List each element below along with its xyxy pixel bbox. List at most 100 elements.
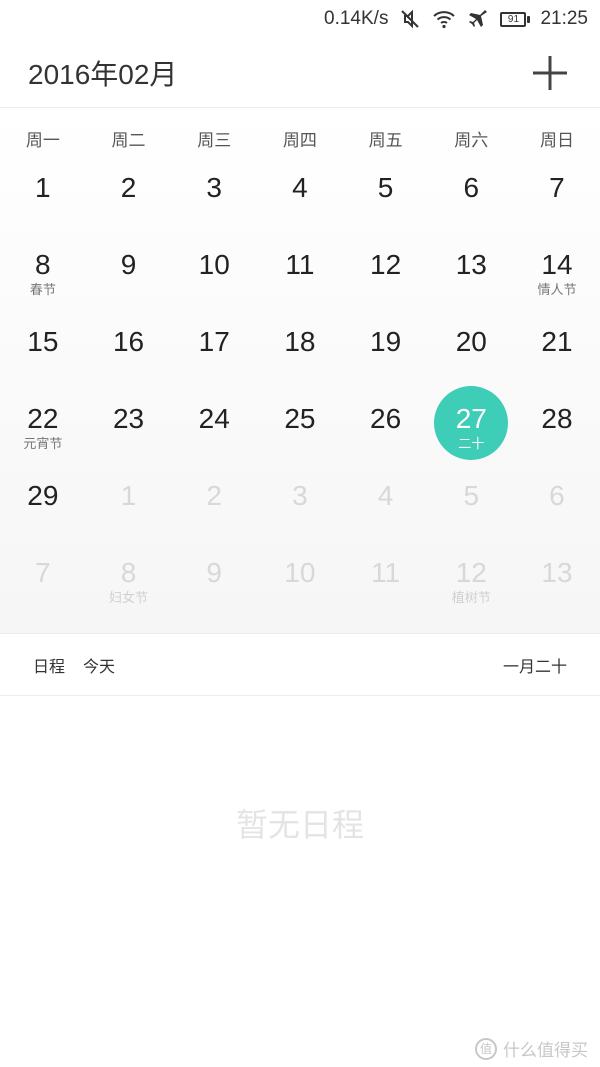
day-number: 11 [285, 249, 315, 280]
day-cell[interactable]: 4 [257, 167, 343, 244]
today-button[interactable]: 今天 [83, 653, 115, 677]
day-cell[interactable]: 8 春节 [0, 244, 86, 321]
day-cell[interactable]: 9 [171, 552, 257, 629]
empty-schedule-text: 暂无日程 [235, 806, 364, 844]
weekday-label: 周一 [25, 130, 60, 151]
day-number: 28 [541, 403, 573, 434]
day-cell[interactable]: 21 [514, 321, 600, 398]
weekday-header: 周一 周二 周三 周四 周五 周六 周日 [0, 109, 600, 167]
battery-level: 91 [500, 11, 527, 27]
day-cell[interactable]: 2 [171, 475, 257, 552]
mute-icon [398, 7, 422, 31]
day-subtitle: 春节 [29, 283, 56, 298]
wifi-icon [432, 7, 456, 31]
day-cell[interactable]: 28 [514, 398, 600, 475]
day-cell[interactable]: 3 [257, 475, 343, 552]
day-number: 2 [206, 480, 222, 511]
day-cell[interactable]: 19 [343, 321, 429, 398]
day-number: 21 [541, 326, 573, 357]
weekday-label: 周四 [282, 130, 317, 151]
day-cell[interactable]: 8 妇女节 [86, 552, 172, 629]
net-speed: 0.14K/s [324, 8, 389, 29]
day-number: 10 [284, 557, 316, 588]
month-title[interactable]: 2016年02月 [28, 53, 177, 93]
day-number: 24 [198, 403, 230, 434]
weekday-label: 周六 [454, 130, 489, 151]
status-bar: 0.14K/s 91 21:25 [0, 0, 600, 38]
day-number: 25 [284, 403, 316, 434]
day-number: 17 [198, 326, 230, 357]
weekday-label: 周五 [368, 130, 403, 151]
day-number: 6 [463, 172, 480, 203]
day-cell[interactable]: 6 [514, 475, 600, 552]
day-number: 7 [35, 557, 51, 588]
schedule-label: 日程 [33, 656, 66, 676]
day-number: 12 [370, 249, 402, 280]
day-cell[interactable]: 18 [257, 321, 343, 398]
day-number: 29 [27, 480, 59, 511]
day-number: 19 [370, 326, 402, 357]
day-cell[interactable]: 13 [428, 244, 514, 321]
day-cell[interactable]: 15 [0, 321, 86, 398]
day-cell[interactable]: 7 [0, 552, 86, 629]
day-number: 5 [377, 172, 394, 203]
day-cell[interactable]: 11 [343, 552, 429, 629]
day-cell[interactable]: 12 植树节 [428, 552, 514, 629]
day-grid: 1 2 3 4 5 6 7 8 春节 9 10 11 12 13 14 情人节 15 16 17 18 19 20 21 22… [0, 167, 600, 629]
day-number: 4 [292, 172, 308, 203]
day-number: 8 [120, 557, 137, 588]
day-cell[interactable]: 10 [171, 244, 257, 321]
day-cell[interactable]: 24 [171, 398, 257, 475]
day-cell[interactable]: 22 元宵节 [0, 398, 86, 475]
month-calendar: 周一 周二 周三 周四 周五 周六 周日 1 2 3 4 5 6 7 8 春节 9 10 11 12 13 14 情人节 1… [0, 109, 600, 634]
day-number: 14 [541, 249, 573, 280]
clock: 21:25 [540, 8, 588, 29]
day-subtitle: 情人节 [537, 283, 577, 298]
day-cell[interactable]: 29 [0, 475, 86, 552]
day-cell[interactable]: 13 [514, 552, 600, 629]
weekday-label: 周日 [539, 130, 574, 151]
day-number: 26 [370, 403, 402, 434]
day-cell[interactable]: 26 [343, 398, 429, 475]
day-cell[interactable]: 23 [86, 398, 172, 475]
day-number: 18 [284, 326, 316, 357]
day-number: 9 [120, 249, 137, 280]
day-number: 8 [35, 249, 51, 280]
day-cell[interactable]: 7 [514, 167, 600, 244]
day-cell[interactable]: 5 [428, 475, 514, 552]
plus-icon[interactable] [530, 53, 570, 93]
day-number: 22 [27, 403, 59, 434]
day-cell[interactable]: 6 [428, 167, 514, 244]
day-cell[interactable]: 17 [171, 321, 257, 398]
day-cell[interactable]: 12 [343, 244, 429, 321]
day-cell[interactable]: 25 [257, 398, 343, 475]
day-cell-today[interactable]: 27 二十 [428, 386, 514, 475]
day-number: 1 [35, 172, 51, 203]
day-cell[interactable]: 1 [86, 475, 172, 552]
day-number: 10 [198, 249, 230, 280]
day-cell[interactable]: 14 情人节 [514, 244, 600, 321]
day-cell[interactable]: 11 [257, 244, 343, 321]
watermark-text: 什么值得买 [503, 1041, 588, 1061]
watermark: 值 什么值得买 [475, 1036, 588, 1061]
day-number: 9 [206, 557, 222, 588]
day-cell[interactable]: 1 [0, 167, 86, 244]
day-cell[interactable]: 9 [86, 244, 172, 321]
watermark-logo-icon: 值 [475, 1037, 497, 1060]
day-number: 7 [549, 172, 565, 203]
day-number: 3 [206, 172, 222, 203]
calendar-header: 2016年02月 [0, 38, 600, 108]
day-number: 15 [27, 326, 59, 357]
day-cell[interactable]: 10 [257, 552, 343, 629]
day-cell[interactable]: 16 [86, 321, 172, 398]
day-cell[interactable]: 4 [343, 475, 429, 552]
day-number: 1 [120, 480, 137, 511]
day-subtitle: 元宵节 [23, 437, 63, 452]
day-number: 13 [455, 249, 487, 280]
day-cell[interactable]: 5 [343, 167, 429, 244]
day-cell[interactable]: 2 [86, 167, 172, 244]
day-subtitle: 二十 [458, 437, 485, 452]
day-cell[interactable]: 3 [171, 167, 257, 244]
day-subtitle: 妇女节 [109, 591, 149, 606]
day-number: 20 [455, 326, 487, 357]
